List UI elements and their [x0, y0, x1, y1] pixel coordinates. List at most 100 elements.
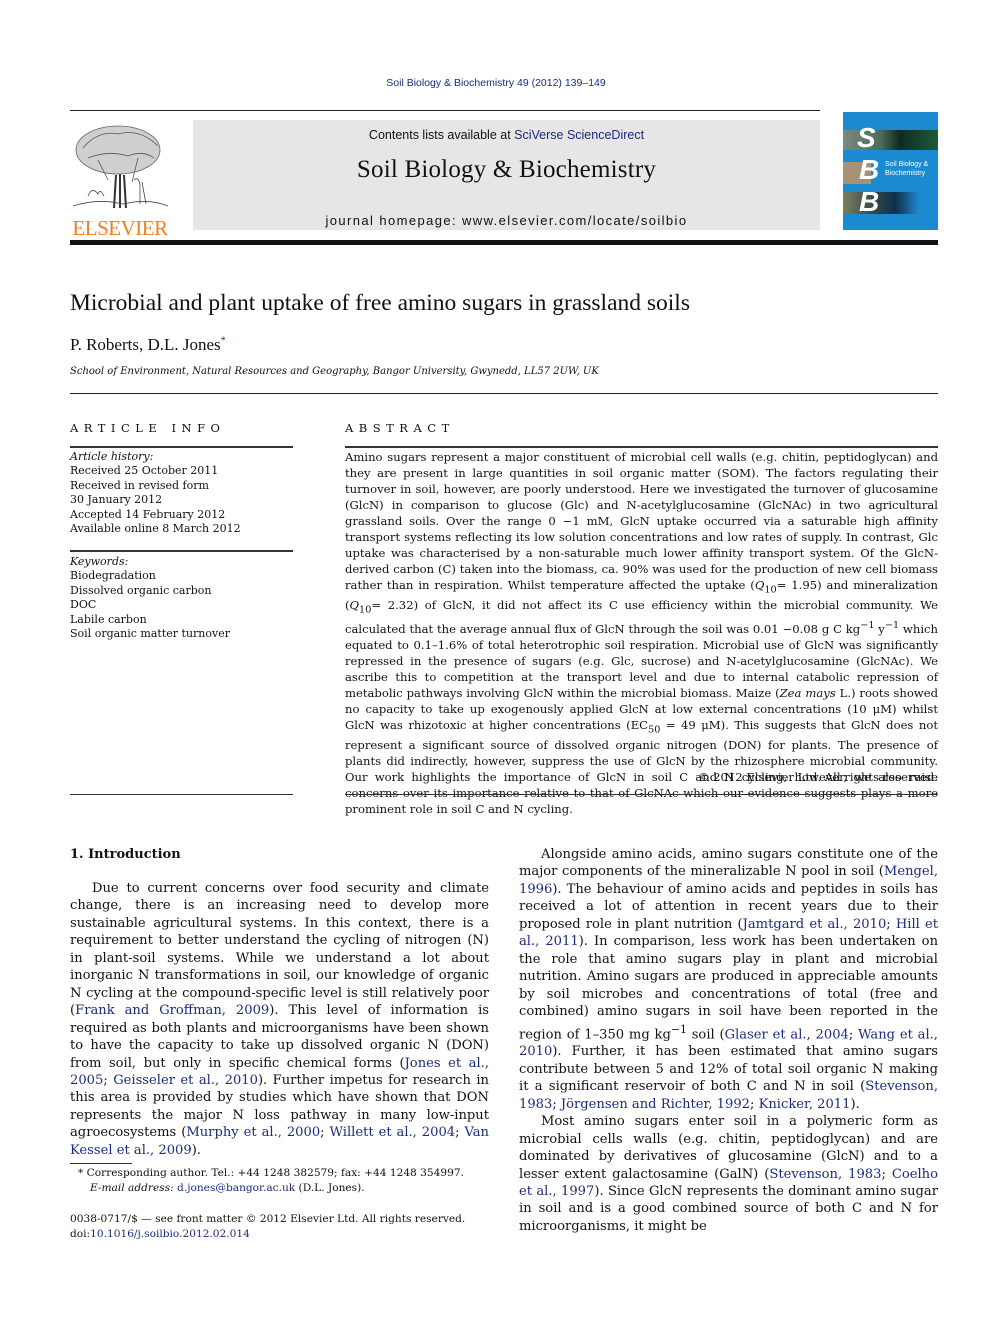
history-item: 30 January 2012 [70, 493, 163, 507]
doi-line: doi:10.1016/j.soilbio.2012.02.014 [70, 1227, 465, 1242]
text-segment: Due to current concerns over food securi… [70, 881, 489, 1019]
article-info-rule [70, 446, 293, 448]
journal-cover-image[interactable]: S B B Soil Biology & Biochemistry [843, 112, 938, 230]
exponent: −1 [860, 620, 875, 632]
cover-title: Soil Biology & Biochemistry [885, 160, 928, 178]
doi-link[interactable]: 10.1016/j.soilbio.2012.02.014 [90, 1228, 250, 1240]
email-link[interactable]: d.jones@bangor.ac.uk [177, 1182, 295, 1194]
paragraph: Alongside amino acids, amino sugars cons… [519, 846, 938, 1113]
email-label: E-mail address: [90, 1182, 178, 1194]
species-name: Zea mays [779, 685, 836, 700]
section-heading-introduction: 1. Introduction [70, 847, 181, 862]
separator: ; [886, 916, 896, 932]
reference-link[interactable]: Murphy et al., 2000 [186, 1125, 320, 1140]
ec50-subscript: 50 [648, 724, 661, 736]
text-segment: soil ( [686, 1026, 725, 1042]
exponent: −1 [884, 620, 900, 632]
corresponding-author-footnote: * Corresponding author. Tel.: +44 1248 3… [70, 1166, 464, 1196]
q10-subscript: 10 [359, 604, 372, 616]
author-list: P. Roberts, D.L. Jones* [70, 335, 226, 355]
reference-link[interactable]: Knicker, 2011 [759, 1097, 851, 1112]
footnote-line: E-mail address: d.jones@bangor.ac.uk (D.… [70, 1181, 464, 1196]
exponent: −1 [670, 1022, 687, 1036]
authors-text: P. Roberts, D.L. Jones [70, 335, 221, 354]
text-segment: ). [191, 1142, 201, 1158]
reference-link[interactable]: Glaser et al., 2004 [725, 1027, 849, 1042]
reference-link[interactable]: Stevenson, 1983 [769, 1167, 881, 1182]
cover-title-line: Soil Biology & [885, 161, 929, 168]
author-affiliation: School of Environment, Natural Resources… [70, 366, 599, 377]
footnote-text: (D.L. Jones). [295, 1182, 365, 1194]
journal-title: Soil Biology & Biochemistry [356, 156, 657, 183]
contents-prefix: Contents lists available at [368, 128, 515, 142]
q10-subscript: 10 [764, 583, 777, 595]
text-segment: ). [850, 1096, 860, 1112]
abstract-copyright: © 2012 Elsevier Ltd. All rights reserved… [697, 770, 938, 784]
journal-homepage-link[interactable]: journal homepage: www.elsevier.com/locat… [193, 213, 820, 228]
abstract-rule [345, 794, 938, 795]
article-info-heading: ARTICLE INFO [70, 421, 226, 435]
keywords-label: Keywords: [70, 555, 129, 568]
reference-link[interactable]: Jörgensen and Richter, 1992 [561, 1097, 750, 1112]
q10-symbol: Q [754, 577, 765, 592]
keyword: Dissolved organic carbon [70, 583, 212, 597]
separator: ; [552, 1096, 561, 1112]
cover-title-line: Biochemistry [885, 170, 926, 177]
cover-letter-b: B [859, 154, 880, 185]
reference-link[interactable]: Willett et al., 2004 [330, 1125, 456, 1140]
journal-banner: Contents lists available at SciVerse Sci… [193, 120, 820, 230]
history-label: Article history: [70, 450, 154, 463]
doi-label: doi: [70, 1228, 91, 1240]
journal-citation[interactable]: Soil Biology & Biochemistry 49 (2012) 13… [0, 77, 992, 89]
history-item: Accepted 14 February 2012 [70, 507, 226, 521]
keywords-list: Keywords: Biodegradation Dissolved organ… [70, 555, 295, 641]
body-column-right: Alongside amino acids, amino sugars cons… [519, 846, 938, 1235]
abstract-rule [345, 446, 938, 448]
separator: ; [320, 1125, 330, 1141]
abstract-segment: = 49 μM). This suggests that GlcN does n… [345, 717, 938, 816]
article-title: Microbial and plant uptake of free amino… [70, 290, 690, 316]
reference-link[interactable]: Geisseler et al., 2010 [113, 1073, 258, 1088]
abstract-segment: = 2.32) of GlcN, it did not affect its C… [345, 597, 938, 637]
separator: ; [848, 1026, 859, 1042]
citation-link[interactable]: Soil Biology & Biochemistry 49 (2012) 13… [386, 77, 605, 89]
cover-photo-strip [843, 192, 938, 214]
keyword: Soil organic matter turnover [70, 627, 230, 641]
article-info-rule [70, 550, 293, 552]
abstract-segment: Amino sugars represent a major constitue… [345, 450, 938, 592]
elsevier-logo[interactable]: ELSEVIER [68, 120, 172, 240]
footnote-text: Corresponding author. Tel.: +44 1248 382… [83, 1167, 464, 1179]
history-item: Received 25 October 2011 [70, 464, 219, 478]
paragraph: Due to current concerns over food securi… [70, 880, 489, 1159]
contents-line: Contents lists available at SciVerse Sci… [193, 128, 820, 142]
q10-symbol: Q [349, 597, 360, 612]
abstract-text: Amino sugars represent a major constitue… [345, 450, 938, 818]
reference-link[interactable]: Jamtgard et al., 2010 [743, 917, 887, 932]
front-matter-text: 0038-0717/$ — see front matter © 2012 El… [70, 1213, 466, 1225]
article-info-rule [70, 794, 293, 795]
footnote-rule [70, 1163, 132, 1164]
reference-link[interactable]: Frank and Groffman, 2009 [75, 1003, 269, 1018]
paragraph: Most amino sugars enter soil in a polyme… [519, 1113, 938, 1235]
separator: ; [455, 1125, 465, 1141]
text-segment: ). In comparison, less work has been und… [519, 934, 938, 1042]
cover-letter-s: S [857, 122, 876, 153]
abstract-segment: y [874, 622, 885, 637]
body-column-left: Due to current concerns over food securi… [70, 880, 489, 1159]
elsevier-wordmark: ELSEVIER [72, 216, 168, 240]
separator: ; [103, 1072, 114, 1088]
text-segment: Alongside amino acids, amino sugars cons… [519, 847, 938, 880]
front-matter: 0038-0717/$ — see front matter © 2012 El… [70, 1212, 465, 1242]
footnote-line: * Corresponding author. Tel.: +44 1248 3… [70, 1166, 464, 1181]
sciencedirect-link[interactable]: SciVerse ScienceDirect [514, 128, 644, 142]
keyword: DOC [70, 598, 97, 612]
corresponding-author-mark[interactable]: * [221, 335, 226, 346]
header-rule [70, 110, 820, 111]
separator: ; [881, 1166, 892, 1182]
article-history: Article history: Received 25 October 201… [70, 450, 295, 536]
abstract-heading: ABSTRACT [345, 421, 455, 435]
keyword: Labile carbon [70, 612, 147, 626]
elsevier-tree-icon [72, 125, 169, 209]
history-item: Received in revised form [70, 478, 209, 492]
title-rule [70, 393, 938, 394]
